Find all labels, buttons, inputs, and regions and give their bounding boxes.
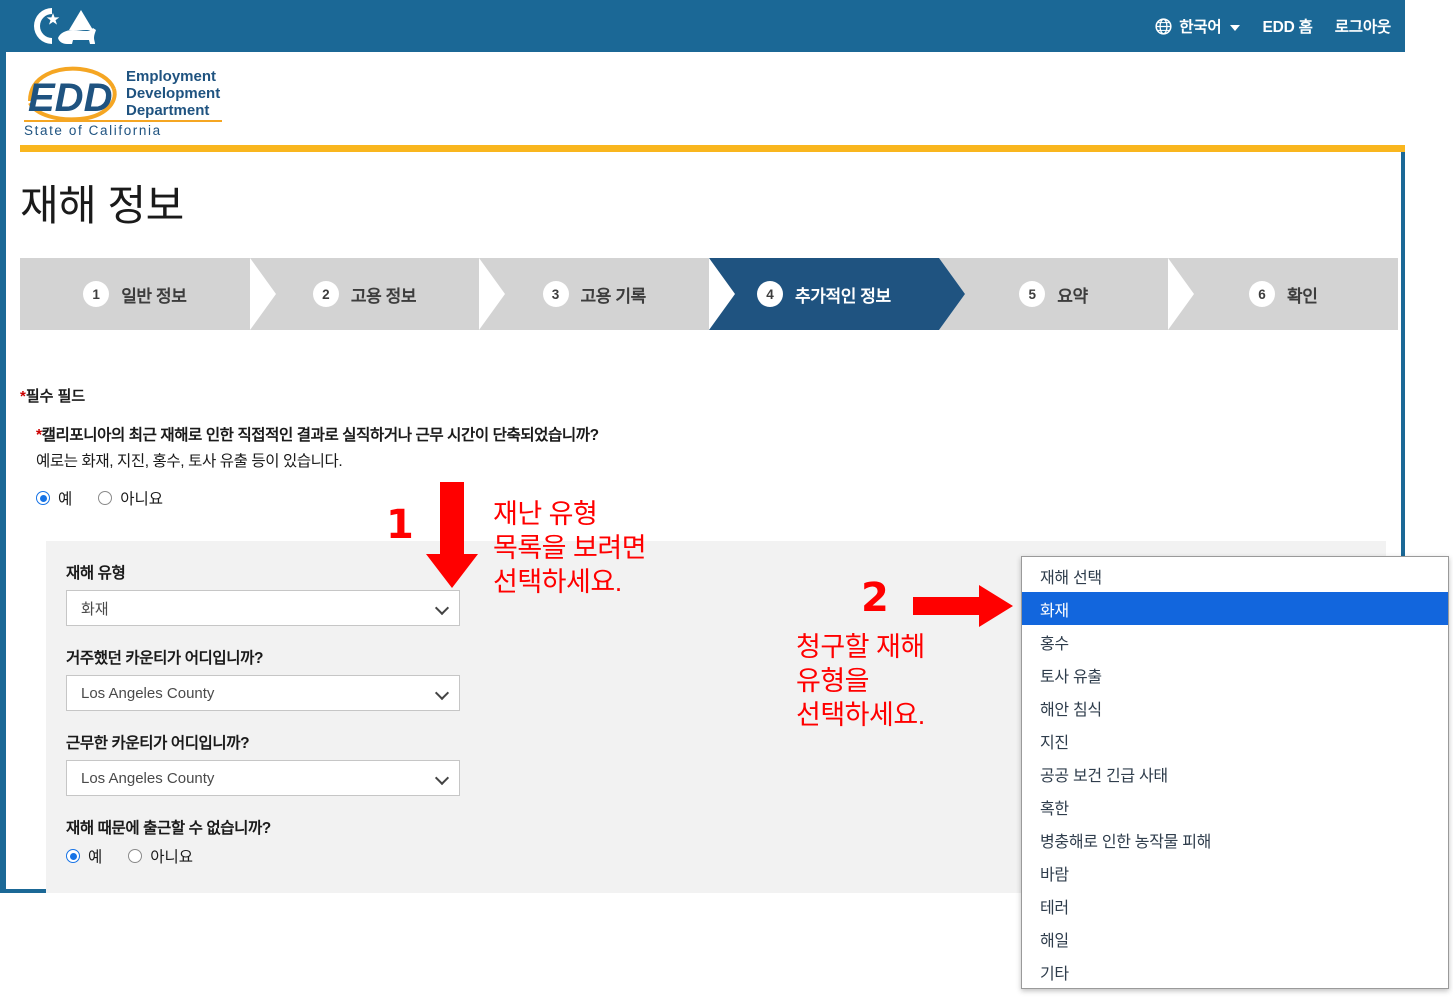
language-selector[interactable]: 한국어 — [1155, 15, 1241, 37]
gold-divider — [20, 145, 1405, 152]
step-label: 일반 정보 — [121, 286, 187, 306]
chevron-down-icon — [434, 770, 450, 786]
top-navigation: 한국어 EDD 홈 로그아웃 — [1155, 0, 1391, 52]
dropdown-option-0[interactable]: 재해 선택 — [1022, 559, 1448, 592]
county-worked-label: 근무한 카운티가 어디입니까? — [66, 735, 250, 752]
top-utility-bar: 한국어 EDD 홈 로그아웃 — [6, 0, 1405, 52]
primary-radio-yes[interactable]: 예 — [36, 487, 72, 509]
step-1[interactable]: 1 일반 정보 — [20, 258, 276, 330]
disaster-type-dropdown-list[interactable]: 재해 선택 화재 홍수 토사 유출 해안 침식 지진 공공 보건 긴급 사태 혹… — [1021, 556, 1449, 989]
county-lived-label: 거주했던 카운티가 어디입니까? — [66, 650, 264, 667]
dropdown-option-7[interactable]: 혹한 — [1022, 790, 1448, 823]
dropdown-option-4[interactable]: 해안 침식 — [1022, 691, 1448, 724]
radio-unselected-icon — [98, 491, 113, 505]
chevron-down-icon — [434, 685, 450, 701]
step-6[interactable]: 6 확인 — [1168, 258, 1399, 330]
dropdown-option-1-selected[interactable]: 화재 — [1022, 592, 1448, 625]
county-worked-value: Los Angeles County — [81, 769, 215, 787]
primary-radio-yes-label: 예 — [58, 491, 73, 508]
step-5[interactable]: 5 요약 — [938, 258, 1194, 330]
svg-text:Employment: Employment — [126, 68, 216, 85]
required-fields-note: *필수 필드 — [20, 385, 85, 406]
annotation-1-text: 재난 유형 목록을 보려면 선택하세요. — [493, 499, 647, 597]
dropdown-option-8[interactable]: 병충해로 인한 농작물 피해 — [1022, 823, 1448, 856]
county-lived-select[interactable]: Los Angeles County — [66, 675, 460, 711]
dropdown-option-11[interactable]: 해일 — [1022, 922, 1448, 955]
step-3[interactable]: 3 고용 기록 — [479, 258, 735, 330]
step-number: 5 — [1019, 281, 1046, 307]
required-note-text: 필수 필드 — [25, 388, 86, 405]
primary-question-radios: 예 아니요 — [36, 487, 796, 509]
progress-stepper: 1 일반 정보 2 고용 정보 3 고용 기록 4 추가적인 정보 5 요약 6… — [20, 258, 1399, 330]
radio-selected-icon — [36, 491, 50, 505]
annotation-2-number: 2 — [861, 575, 889, 621]
logout-link[interactable]: 로그아웃 — [1335, 15, 1391, 37]
step-label: 추가적인 정보 — [794, 286, 891, 306]
edd-logo[interactable]: EDD Employment Development Department St… — [18, 59, 228, 138]
page-title: 재해 정보 — [20, 182, 184, 229]
primary-question-hint: 예로는 화재, 지진, 홍수, 토사 유출 등이 있습니다. — [36, 453, 343, 470]
disaster-type-label: 재해 유형 — [66, 565, 126, 582]
svg-text:State of California: State of California — [24, 123, 162, 137]
step-number: 4 — [756, 281, 783, 307]
cannot-work-label: 재해 때문에 출근할 수 없습니까? — [66, 820, 271, 837]
primary-radio-no-label: 아니요 — [120, 491, 164, 508]
cannot-work-radio-no[interactable]: 아니요 — [128, 845, 193, 867]
cannot-work-yes-label: 예 — [88, 849, 103, 866]
radio-unselected-icon — [128, 849, 143, 863]
step-label: 고용 정보 — [350, 286, 417, 306]
cannot-work-radios: 예 아니요 — [66, 845, 486, 867]
primary-radio-no[interactable]: 아니요 — [98, 487, 163, 509]
dropdown-option-10[interactable]: 테러 — [1022, 889, 1448, 922]
step-number: 6 — [1248, 281, 1275, 307]
dropdown-option-9[interactable]: 바람 — [1022, 856, 1448, 889]
step-number: 3 — [542, 281, 569, 307]
annotation-1-arrow-down-icon — [424, 482, 480, 597]
step-label: 확인 — [1286, 286, 1318, 306]
step-label: 요약 — [1057, 286, 1088, 306]
radio-selected-icon — [66, 849, 80, 863]
step-number: 2 — [312, 281, 339, 307]
annotation-2-arrow-right-icon — [913, 584, 1015, 633]
brand-band: EDD Employment Development Department St… — [6, 52, 1405, 145]
county-lived-value: Los Angeles County — [81, 684, 215, 702]
dropdown-option-6[interactable]: 공공 보건 긴급 사태 — [1022, 757, 1448, 790]
dropdown-option-2[interactable]: 홍수 — [1022, 625, 1448, 658]
disaster-type-value: 화재 — [81, 600, 109, 618]
svg-text:EDD: EDD — [28, 76, 112, 120]
svg-text:Development: Development — [126, 85, 220, 102]
annotation-2-text: 청구할 재해 유형을 선택하세요. — [796, 632, 925, 730]
disaster-details-fields: 재해 유형 화재 거주했던 카운티가 어디입니까? Los Angeles Co… — [66, 561, 486, 867]
chevron-down-icon — [434, 600, 450, 616]
dropdown-option-3[interactable]: 토사 유출 — [1022, 658, 1448, 691]
step-label: 고용 기록 — [580, 286, 647, 306]
step-4-active[interactable]: 4 추가적인 정보 — [709, 258, 965, 330]
annotation-1-number: 1 — [386, 502, 414, 548]
language-label: 한국어 — [1179, 19, 1222, 36]
cannot-work-no-label: 아니요 — [150, 849, 194, 866]
disaster-type-select[interactable]: 화재 — [66, 590, 460, 626]
screenshot-root: 한국어 EDD 홈 로그아웃 EDD Employment Developmen… — [0, 0, 1453, 1004]
dropdown-option-5[interactable]: 지진 — [1022, 724, 1448, 757]
step-number: 1 — [83, 281, 110, 307]
step-2[interactable]: 2 고용 정보 — [249, 258, 505, 330]
california-bear-logo[interactable] — [22, 2, 106, 50]
county-worked-select[interactable]: Los Angeles County — [66, 760, 460, 796]
edd-home-link[interactable]: EDD 홈 — [1262, 15, 1312, 37]
primary-question-text: 캘리포니아의 최근 재해로 인한 직접적인 결과로 실직하거나 근무 시간이 단… — [41, 427, 599, 444]
chevron-down-icon — [1230, 25, 1241, 31]
primary-question-label: *캘리포니아의 최근 재해로 인한 직접적인 결과로 실직하거나 근무 시간이 … — [36, 425, 796, 447]
primary-question-block: *캘리포니아의 최근 재해로 인한 직접적인 결과로 실직하거나 근무 시간이 … — [36, 425, 796, 509]
dropdown-option-12[interactable]: 기타 — [1022, 955, 1448, 988]
cannot-work-radio-yes[interactable]: 예 — [66, 845, 102, 867]
svg-text:Department: Department — [126, 102, 209, 119]
globe-icon — [1155, 17, 1172, 35]
